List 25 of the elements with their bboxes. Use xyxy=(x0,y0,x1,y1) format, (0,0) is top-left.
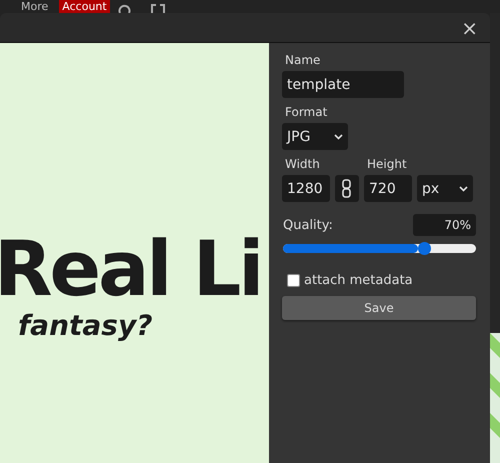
link-icon[interactable] xyxy=(335,175,359,202)
field-label: Width xyxy=(285,157,320,171)
unit-dropdown[interactable]: px xyxy=(417,175,473,202)
close-button[interactable]: × xyxy=(461,18,478,38)
subline-text: fantasy? xyxy=(18,309,152,343)
checkbox[interactable] xyxy=(287,274,300,287)
format-dropdown[interactable]: JPG xyxy=(282,123,348,150)
name-field[interactable]: template xyxy=(282,71,404,98)
menu-item[interactable]: More xyxy=(18,0,52,13)
slider-thumb[interactable] xyxy=(418,242,432,255)
fullscreen-icon[interactable] xyxy=(150,4,165,13)
quality-field[interactable]: 70% xyxy=(413,214,476,236)
quality-label: Quality: xyxy=(283,218,333,232)
save-button[interactable]: Save xyxy=(282,296,476,320)
field-label: Height xyxy=(367,157,407,171)
field-label: Name xyxy=(285,53,320,67)
quality-slider[interactable] xyxy=(283,244,476,253)
headline-text: Real Li xyxy=(0,229,262,309)
menu-item[interactable]: Account xyxy=(59,0,110,13)
checkbox-label: attach metadata xyxy=(304,273,413,288)
height-field[interactable]: 720 xyxy=(364,175,412,202)
field-label: Format xyxy=(285,105,328,119)
chevron-down-icon xyxy=(459,186,468,192)
width-field[interactable]: 1280 xyxy=(282,175,330,202)
chevron-down-icon xyxy=(334,134,343,140)
